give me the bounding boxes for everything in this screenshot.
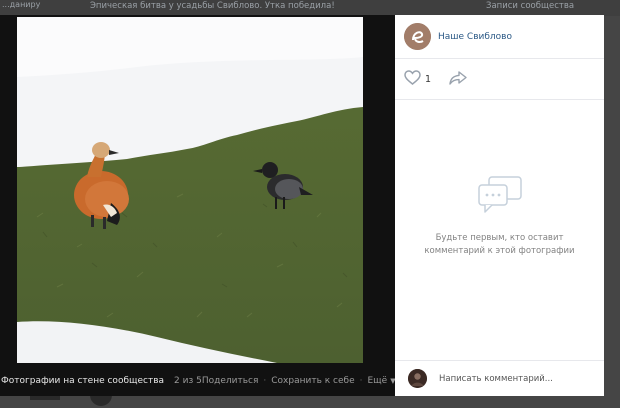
share-arrow-icon[interactable] [449, 70, 467, 88]
background-bottom-bar [30, 396, 60, 400]
photo-duck-and-crow [17, 17, 363, 363]
heart-icon[interactable] [404, 70, 421, 88]
photo-counter: 2 из 5 [174, 376, 202, 386]
likes-count: 1 [425, 73, 432, 85]
photo[interactable] [17, 17, 363, 363]
separator-dot: · [263, 376, 267, 386]
no-comments-text: Будьте первым, кто оставит комментарий к… [395, 232, 604, 258]
more-label: Ещё [367, 376, 388, 386]
album-link[interactable]: Фотографии на стене сообщества [0, 376, 164, 386]
comment-composer [395, 360, 604, 396]
save-to-self-button[interactable]: Сохранить к себе [271, 376, 354, 386]
background-left-text: ...даниру [2, 0, 41, 9]
viewer-footer: Фотографии на стене сообщества 2 из 5 По… [0, 371, 396, 391]
group-name-link[interactable]: Наше Свиблово [438, 32, 512, 42]
background-community-posts-link[interactable]: Записи сообщества [486, 0, 606, 12]
no-comments-line-1: Будьте первым, кто оставит [435, 233, 564, 243]
no-comments-placeholder: Будьте первым, кто оставит комментарий к… [395, 175, 604, 258]
reactions-bar: 1 [395, 59, 604, 100]
group-logo-icon [404, 23, 431, 50]
photo-info-panel: Наше Свиблово 1 Будьте первым, кто остав… [395, 15, 604, 396]
avatar[interactable] [408, 369, 427, 388]
photo-viewer: Фотографии на стене сообщества 2 из 5 По… [0, 15, 396, 396]
comment-input[interactable] [439, 373, 589, 384]
background-post-title[interactable]: Эпическая битва у усадьбы Свиблово. Утка… [90, 0, 400, 12]
share-button[interactable]: Поделиться [202, 376, 259, 386]
group-avatar[interactable] [404, 23, 431, 50]
chat-bubbles-icon [477, 176, 523, 218]
separator-dot: · [359, 376, 363, 386]
more-button[interactable]: Ещё ▼ [368, 376, 396, 386]
panel-header: Наше Свиблово [395, 15, 604, 59]
no-comments-line-2: комментарий к этой фотографии [424, 246, 575, 256]
